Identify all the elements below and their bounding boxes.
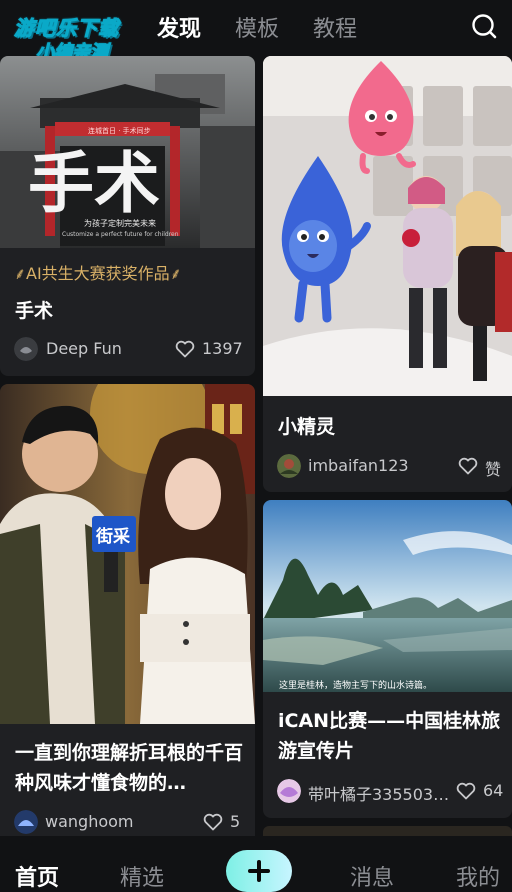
heart-icon[interactable] (456, 782, 476, 800)
video-thumbnail: 这里是桂林，造物主写下的山水诗篇。 (263, 500, 512, 692)
award-badge: ⸙AI共生大赛获奖作品⸙ (14, 260, 182, 284)
svg-text:手术: 手术 (28, 144, 160, 222)
card-title: 一直到你理解折耳根的千百种风味才懂食物的… (15, 742, 244, 794)
author-name[interactable]: Deep Fun (46, 339, 122, 358)
tab-tutorials[interactable]: 教程 (313, 11, 357, 43)
svg-text:Customize a perfect future for: Customize a perfect future for children (62, 231, 179, 238)
feed-card-sprite[interactable]: 小精灵 imbaifan123 赞 (263, 56, 512, 492)
like-count: 64 (483, 781, 504, 800)
feed-card-peek (263, 826, 512, 836)
author-name[interactable]: 带叶橘子335503… (308, 781, 449, 805)
heart-icon[interactable] (175, 340, 195, 358)
thumbnail-brush-title: 手术 (28, 144, 160, 222)
like-count: 赞 (485, 460, 502, 479)
laurel-right-icon: ⸙ (169, 264, 182, 283)
nav-home[interactable]: 首页 (15, 860, 59, 892)
heart-icon[interactable] (203, 813, 223, 831)
feed-card-street-interview[interactable]: 街采 一直到你理解折耳根的千百种风味才懂食物的… wanghoom 5 (0, 384, 255, 844)
avatar[interactable] (14, 337, 38, 361)
award-text: AI共生大赛获奖作品 (26, 264, 170, 283)
nav-messages[interactable]: 消息 (350, 860, 394, 892)
bottom-navigation: 首页 精选 消息 我的 (0, 836, 512, 892)
card-title: 手术 (15, 300, 54, 322)
like-count: 5 (230, 812, 241, 831)
heart-icon[interactable] (458, 457, 478, 475)
laurel-left-icon: ⸙ (14, 264, 27, 283)
tab-templates[interactable]: 模板 (235, 11, 279, 43)
watermark-line1: 游吧乐下载 (14, 16, 119, 41)
avatar[interactable] (277, 454, 301, 478)
mic-flag-label: 街采 (95, 526, 130, 547)
feed-card-surgery[interactable]: 手术 连城首日 · 手术同步 为孩子定制完美未来 Customize a per… (0, 56, 255, 376)
video-thumbnail: 手术 连城首日 · 手术同步 为孩子定制完美未来 Customize a per… (0, 56, 255, 248)
author-name[interactable]: wanghoom (45, 812, 134, 831)
svg-text:为孩子定制完美未来: 为孩子定制完美未来 (84, 218, 156, 228)
watermark-logo: 游吧乐下载 小编亲测 (6, 8, 146, 64)
like-count: 1397 (202, 339, 243, 358)
create-button[interactable] (226, 850, 292, 892)
card-title: iCAN比赛——中国桂林旅游宣传片 (278, 710, 501, 762)
video-thumbnail (263, 56, 512, 396)
search-icon[interactable] (470, 12, 498, 40)
avatar[interactable] (277, 779, 301, 803)
nav-profile[interactable]: 我的 (456, 860, 500, 892)
svg-text:连城首日 · 手术同步: 连城首日 · 手术同步 (88, 126, 151, 135)
tab-discover[interactable]: 发现 (157, 11, 201, 43)
nav-featured[interactable]: 精选 (120, 860, 164, 892)
author-name[interactable]: imbaifan123 (308, 456, 409, 475)
video-thumbnail: 街采 (0, 384, 255, 724)
top-navigation: 游吧乐下载 小编亲测 发现 模板 教程 (0, 0, 512, 64)
avatar[interactable] (14, 810, 38, 834)
thumbnail-caption: 这里是桂林，造物主写下的山水诗篇。 (279, 679, 432, 691)
plus-icon (248, 860, 270, 882)
feed-card-guilin[interactable]: 这里是桂林，造物主写下的山水诗篇。 iCAN比赛——中国桂林旅游宣传片 带叶橘子… (263, 500, 512, 818)
card-title: 小精灵 (278, 416, 336, 438)
